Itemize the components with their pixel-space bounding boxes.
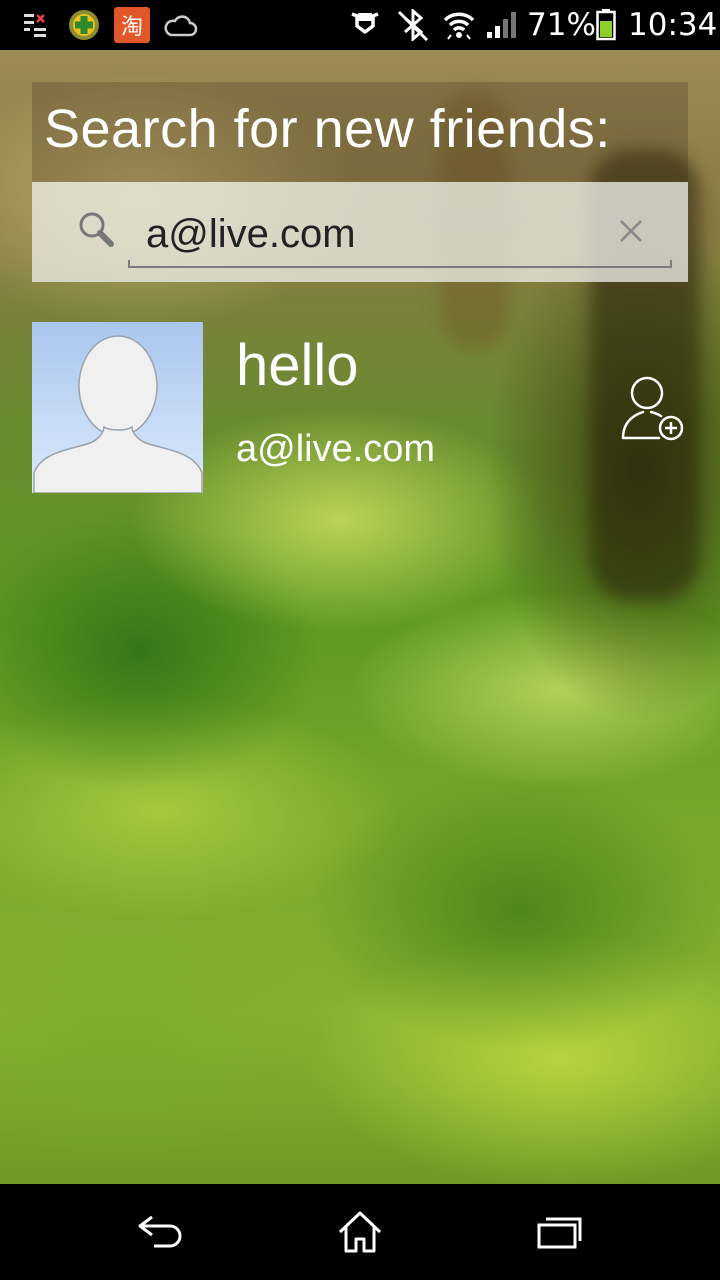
clock: 10:34 [628, 7, 718, 43]
recent-apps-icon [537, 1217, 582, 1249]
search-panel: Search for new friends: [32, 82, 688, 282]
battery-icon [596, 8, 616, 42]
search-icon [76, 210, 116, 250]
cloud-icon [162, 8, 198, 42]
taobao-glyph: 淘 [121, 15, 143, 40]
signal-icon [486, 8, 518, 42]
search-underline [128, 260, 672, 268]
back-icon [138, 1215, 182, 1248]
search-input[interactable] [128, 202, 668, 266]
avatar [32, 322, 203, 493]
bluetooth-off-icon [396, 8, 430, 42]
page-title: Search for new friends: [44, 99, 611, 159]
add-user-icon [621, 376, 684, 441]
home-icon [338, 1211, 382, 1253]
contact-email: a@live.com [236, 428, 436, 470]
search-box [32, 182, 688, 282]
nfc-icon [348, 8, 382, 42]
sim-toolkit-icon [22, 8, 50, 42]
wifi-icon [442, 8, 476, 42]
back-button[interactable] [120, 1204, 200, 1260]
home-button[interactable] [320, 1204, 400, 1260]
status-bar: 淘 71% 10:34 [0, 0, 720, 50]
battery-percent: 71% [527, 7, 596, 43]
contact-name: hello [236, 333, 359, 398]
search-result-item[interactable]: hello a@live.com [32, 322, 692, 494]
recent-apps-button[interactable] [520, 1204, 600, 1260]
taobao-icon: 淘 [114, 7, 150, 43]
clear-icon[interactable] [618, 218, 644, 244]
add-friend-button[interactable] [620, 374, 686, 444]
navigation-bar [0, 1184, 720, 1280]
app-green-icon [68, 8, 100, 42]
search-header: Search for new friends: [32, 82, 688, 182]
